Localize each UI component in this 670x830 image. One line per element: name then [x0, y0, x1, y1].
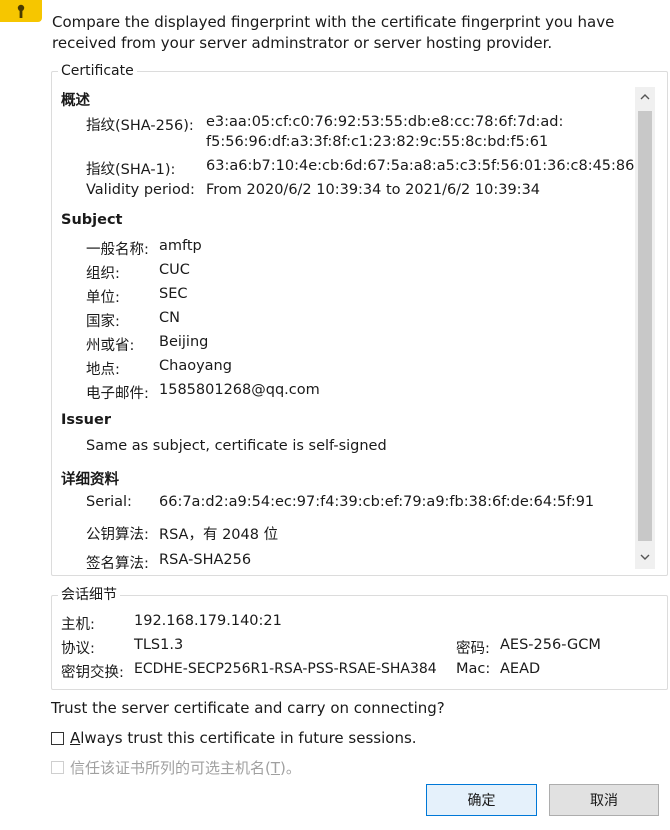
- sha256-value-line2: f5:56:96:df:a3:3f:8f:c1:23:82:9c:55:8c:b…: [206, 134, 549, 150]
- scrollbar-thumb[interactable]: [638, 111, 652, 541]
- trust-hostnames-suffix: )。: [280, 759, 301, 777]
- always-trust-mnemonic: A: [70, 729, 81, 747]
- subject-state-value: Beijing: [159, 334, 209, 350]
- subject-country-value: CN: [159, 310, 180, 326]
- chevron-up-icon[interactable]: [639, 91, 651, 103]
- sha1-value: 63:a6:b7:10:4e:cb:6d:67:5a:a8:a5:c3:5f:5…: [206, 158, 636, 174]
- certificate-scrollbar[interactable]: [635, 87, 655, 569]
- trust-hostnames-checkbox: [51, 761, 64, 774]
- trust-hostnames-mnemonic: T: [270, 759, 281, 777]
- cipher-value: AES-256-GCM: [500, 637, 601, 653]
- trust-question: Trust the server certificate and carry o…: [51, 699, 445, 717]
- subject-locality-value: Chaoyang: [159, 358, 232, 374]
- pubkey-algo-value: RSA，有 2048 位: [159, 527, 279, 543]
- session-legend: 会话细节: [58, 586, 120, 604]
- serial-label: Serial:: [86, 494, 132, 510]
- issuer-heading: Issuer: [61, 412, 111, 428]
- details-heading: 详细资料: [61, 472, 119, 488]
- subject-cn-value: amftp: [159, 238, 202, 254]
- subject-heading: Subject: [61, 212, 123, 228]
- always-trust-label[interactable]: Always trust this certificate in future …: [70, 729, 417, 747]
- mac-label: Mac:: [456, 661, 491, 677]
- sig-algo-value: RSA-SHA256: [159, 552, 252, 568]
- subject-email-value: 1585801268@qq.com: [159, 382, 320, 398]
- subject-org-label: 组织:: [86, 266, 120, 282]
- host-value: 192.168.179.140:21: [134, 613, 282, 629]
- certificate-details: 概述 指纹(SHA-256): e3:aa:05:cf:c0:76:92:53:…: [61, 89, 636, 569]
- subject-unit-value: SEC: [159, 286, 188, 302]
- subject-email-label: 电子邮件:: [86, 386, 149, 402]
- mac-value: AEAD: [500, 661, 541, 677]
- host-label: 主机:: [61, 617, 95, 633]
- chevron-down-icon[interactable]: [639, 551, 651, 563]
- pubkey-algo-label: 公钥算法:: [86, 527, 149, 543]
- subject-cn-label: 一般名称:: [86, 242, 149, 258]
- subject-state-label: 州或省:: [86, 338, 135, 354]
- lock-icon: [0, 0, 42, 22]
- subject-locality-label: 地点:: [86, 362, 120, 378]
- trust-hostnames-label-text: 信任该证书所列的可选主机名(: [70, 759, 271, 777]
- session-details-group: 会话细节 主机: 192.168.179.140:21 协议: TLS1.3 密…: [51, 586, 668, 690]
- subject-country-label: 国家:: [86, 314, 120, 330]
- sha1-label: 指纹(SHA-1):: [86, 162, 176, 178]
- protocol-label: 协议:: [61, 641, 95, 657]
- serial-value: 66:7a:d2:a9:54:ec:97:f4:39:cb:ef:79:a9:f…: [159, 494, 595, 510]
- cipher-label: 密码:: [456, 641, 490, 657]
- sig-algo-label: 签名算法:: [86, 556, 149, 569]
- intro-text: Compare the displayed fingerprint with t…: [52, 13, 615, 52]
- sha256-value: e3:aa:05:cf:c0:76:92:53:55:db:e8:cc:78:6…: [206, 114, 564, 130]
- subject-unit-label: 单位:: [86, 290, 120, 306]
- subject-org-value: CUC: [159, 262, 190, 278]
- overview-heading: 概述: [61, 93, 90, 109]
- always-trust-checkbox[interactable]: [51, 731, 64, 745]
- validity-label: Validity period:: [86, 182, 195, 198]
- issuer-text: Same as subject, certificate is self-sig…: [86, 438, 387, 454]
- always-trust-label-text: lways trust this certificate in future s…: [80, 729, 417, 747]
- trust-hostnames-option: 信任该证书所列的可选主机名(T)。: [51, 757, 301, 778]
- kex-value: ECDHE-SECP256R1-RSA-PSS-RSAE-SHA384: [134, 661, 437, 677]
- certificate-group: Certificate 概述 指纹(SHA-256): e3:aa:05:cf:…: [51, 62, 668, 576]
- kex-label: 密钥交换:: [61, 665, 124, 681]
- sha256-label: 指纹(SHA-256):: [86, 118, 194, 134]
- protocol-value: TLS1.3: [134, 637, 184, 653]
- ok-button[interactable]: 确定: [426, 784, 537, 816]
- validity-value: From 2020/6/2 10:39:34 to 2021/6/2 10:39…: [206, 182, 541, 198]
- cancel-button[interactable]: 取消: [549, 784, 659, 816]
- trust-hostnames-label: 信任该证书所列的可选主机名(T)。: [70, 757, 301, 778]
- certificate-legend: Certificate: [58, 62, 137, 80]
- always-trust-option[interactable]: Always trust this certificate in future …: [51, 729, 417, 747]
